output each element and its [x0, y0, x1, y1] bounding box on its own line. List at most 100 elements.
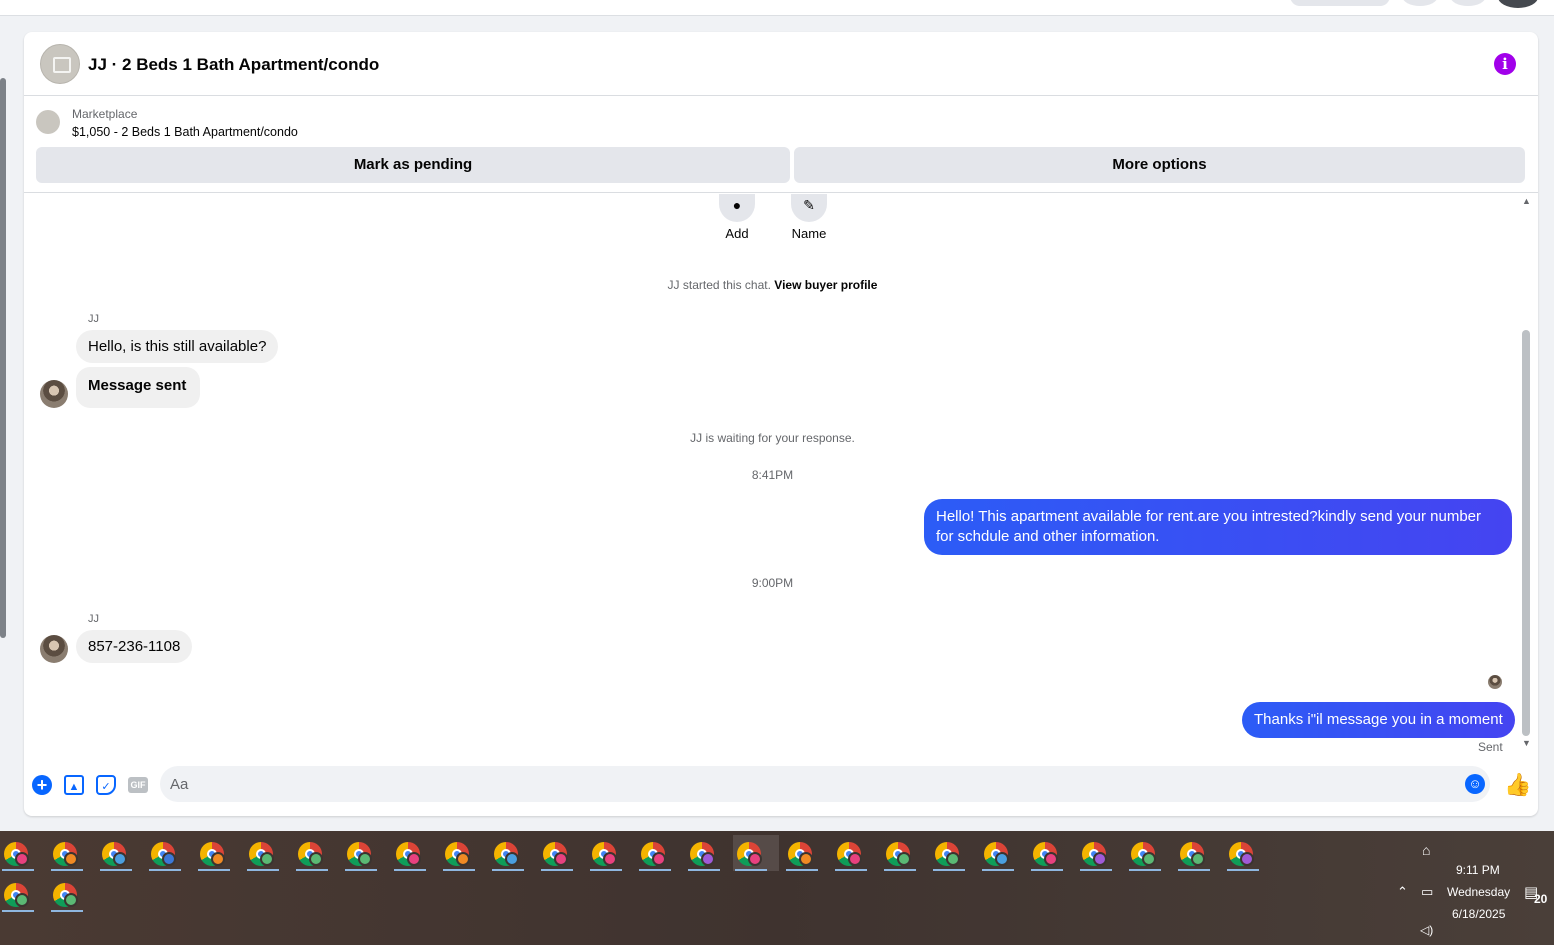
taskbar-chrome-icon[interactable] — [196, 835, 232, 871]
taskbar-chrome-icon[interactable] — [0, 835, 36, 871]
profile-badge-icon — [15, 852, 29, 866]
profile-badge-icon — [799, 852, 813, 866]
gif-icon[interactable]: GIF — [128, 777, 148, 793]
info-icon[interactable]: i — [1494, 53, 1516, 75]
taskbar-chrome-icon[interactable] — [1078, 835, 1114, 871]
sticker-icon[interactable]: ✓ — [96, 775, 116, 795]
scroll-up-arrow-icon[interactable]: ▲ — [1522, 196, 1531, 206]
profile-badge-icon — [1142, 852, 1156, 866]
message-input[interactable] — [170, 766, 1440, 802]
search-pill[interactable] — [1290, 0, 1390, 6]
listing-panel: Marketplace $1,050 - 2 Beds 1 Bath Apart… — [24, 97, 1538, 193]
more-options-button[interactable]: More options — [794, 147, 1525, 183]
running-indicator — [296, 869, 328, 871]
listing-description[interactable]: $1,050 - 2 Beds 1 Bath Apartment/condo — [72, 125, 298, 139]
taskbar-chrome-icon[interactable] — [294, 835, 330, 871]
name-label: Name — [791, 226, 827, 241]
running-indicator — [51, 869, 83, 871]
chat-title[interactable]: JJ · 2 Beds 1 Bath Apartment/condo — [88, 55, 379, 75]
profile-badge-icon — [897, 852, 911, 866]
clock-date[interactable]: 6/18/2025 — [1452, 907, 1505, 921]
running-indicator — [51, 910, 83, 912]
add-action[interactable]: ● Add — [707, 194, 767, 241]
taskbar-chrome-icon[interactable] — [392, 835, 428, 871]
clock-day[interactable]: Wednesday — [1447, 885, 1510, 899]
running-indicator — [541, 869, 573, 871]
profile-badge-icon — [64, 852, 78, 866]
chevron-up-icon[interactable]: ⌃ — [1397, 884, 1408, 900]
name-action[interactable]: ✎ Name — [779, 194, 839, 241]
taskbar-chrome-icon[interactable] — [733, 835, 779, 871]
taskbar-chrome-icon[interactable] — [1029, 835, 1065, 871]
message-bubble-outgoing[interactable]: Thanks i"il message you in a moment — [1242, 702, 1515, 738]
taskbar-chrome-icon[interactable] — [833, 835, 869, 871]
sender-avatar[interactable] — [40, 380, 68, 408]
taskbar-chrome-icon[interactable] — [882, 835, 918, 871]
listing-thumbnail[interactable] — [40, 44, 80, 84]
left-scrollbar[interactable] — [0, 78, 6, 638]
profile-avatar[interactable] — [1498, 0, 1538, 8]
profile-badge-icon — [64, 893, 78, 907]
taskbar-chrome-icon[interactable] — [588, 835, 624, 871]
sender-avatar[interactable] — [40, 635, 68, 663]
message-bubble-incoming[interactable]: Message sent — [76, 367, 201, 408]
listing-small-thumbnail — [36, 110, 60, 134]
profile-badge-icon — [652, 852, 666, 866]
running-indicator — [884, 869, 916, 871]
taskbar-chrome-icon[interactable] — [686, 835, 722, 871]
taskbar: ⌂ 9:11 PM ⌃ ▭ Wednesday 6/18/2025 ◁) ▤ 2… — [0, 831, 1554, 945]
thumbs-up-icon[interactable]: 👍 — [1504, 772, 1531, 798]
taskbar-chrome-icon[interactable] — [1176, 835, 1212, 871]
messages-area[interactable]: ▲ ▼ ● Add ✎ Name JJ started this chat. V… — [24, 194, 1538, 754]
messages-scrollbar-thumb[interactable] — [1522, 330, 1530, 736]
running-indicator — [149, 869, 181, 871]
profile-badge-icon — [554, 852, 568, 866]
taskbar-chrome-icon[interactable] — [637, 835, 673, 871]
profile-badge-icon — [505, 852, 519, 866]
emoji-icon[interactable]: ☺ — [1465, 774, 1485, 794]
taskbar-chrome-icon[interactable] — [931, 835, 967, 871]
clock-time[interactable]: 9:11 PM — [1456, 863, 1500, 877]
message-bubble-incoming[interactable]: 857-236-1108 — [76, 630, 193, 663]
profile-badge-icon — [456, 852, 470, 866]
message-bubble-outgoing[interactable]: Hello! This apartment available for rent… — [924, 499, 1512, 555]
taskbar-chrome-icon[interactable] — [49, 876, 85, 912]
taskbar-chrome-icon[interactable] — [49, 835, 85, 871]
network-icon[interactable]: ▭ — [1421, 884, 1433, 900]
taskbar-chrome-icon[interactable] — [1127, 835, 1163, 871]
taskbar-chrome-icon[interactable] — [98, 835, 134, 871]
add-label: Add — [725, 226, 749, 241]
notifications-circle-button[interactable] — [1450, 0, 1486, 6]
profile-badge-icon — [946, 852, 960, 866]
profile-badge-icon — [995, 852, 1009, 866]
scroll-down-arrow-icon[interactable]: ▼ — [1522, 738, 1531, 748]
photo-icon[interactable]: ▲ — [64, 775, 84, 795]
profile-badge-icon — [211, 852, 225, 866]
taskbar-chrome-icon[interactable] — [490, 835, 526, 871]
taskbar-chrome-icon[interactable] — [980, 835, 1016, 871]
volume-icon[interactable]: ◁) — [1420, 923, 1433, 937]
running-indicator — [345, 869, 377, 871]
browser-top-strip — [0, 0, 1554, 16]
taskbar-chrome-icon[interactable] — [343, 835, 379, 871]
running-indicator — [835, 869, 867, 871]
plus-icon[interactable]: + — [32, 775, 52, 795]
running-indicator — [1031, 869, 1063, 871]
taskbar-chrome-icon[interactable] — [0, 876, 36, 912]
taskbar-chrome-icon[interactable] — [784, 835, 820, 871]
sender-name: JJ — [88, 313, 99, 325]
chat-header: JJ · 2 Beds 1 Bath Apartment/condo i — [24, 32, 1538, 96]
view-buyer-profile-link[interactable]: View buyer profile — [774, 278, 877, 292]
message-bubble-incoming[interactable]: Hello, is this still available? — [76, 330, 279, 363]
taskbar-chrome-icon[interactable] — [1225, 835, 1261, 871]
mark-as-pending-button[interactable]: Mark as pending — [36, 147, 790, 183]
meet-now-icon[interactable]: ⌂ — [1422, 842, 1430, 858]
listing-category: Marketplace — [72, 107, 138, 121]
notification-count: 20 — [1534, 892, 1548, 906]
taskbar-chrome-icon[interactable] — [539, 835, 575, 871]
taskbar-chrome-icon[interactable] — [441, 835, 477, 871]
taskbar-chrome-icon[interactable] — [147, 835, 183, 871]
menu-circle-button[interactable] — [1402, 0, 1438, 6]
taskbar-chrome-icon[interactable] — [245, 835, 281, 871]
profile-badge-icon — [1093, 852, 1107, 866]
